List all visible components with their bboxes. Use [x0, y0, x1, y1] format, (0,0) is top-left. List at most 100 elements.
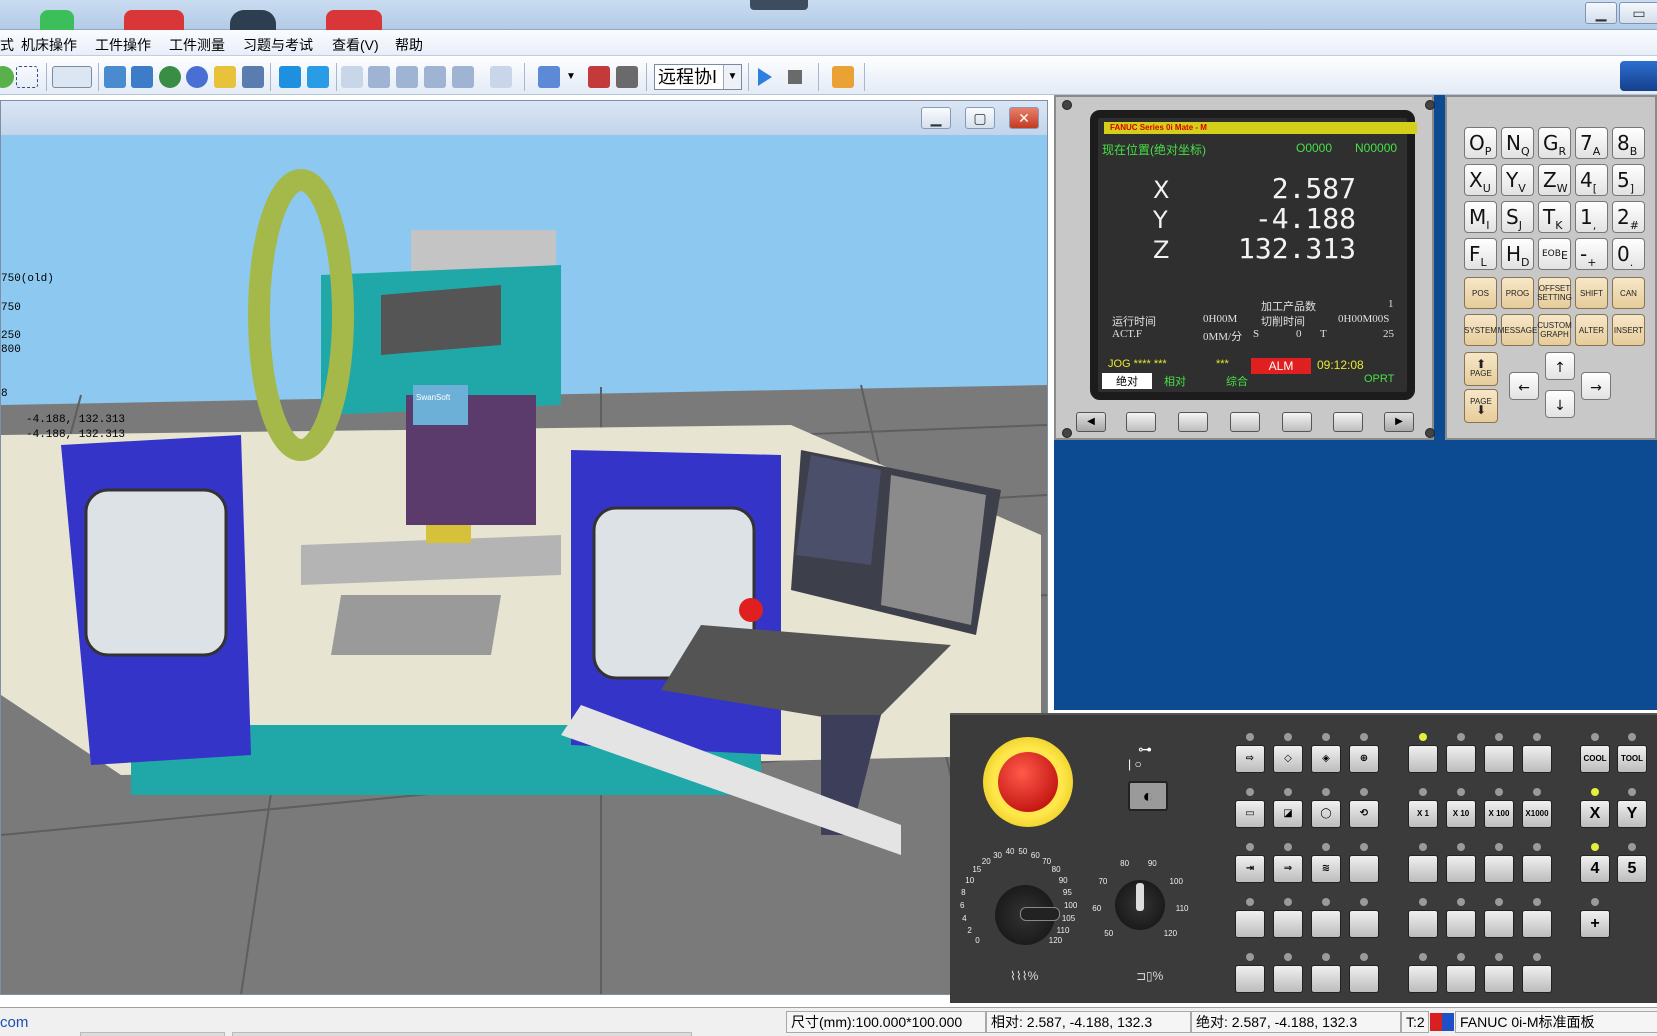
mode-button-8[interactable]: ⟲ — [1349, 800, 1379, 828]
save-icon[interactable] — [616, 66, 638, 88]
multiplier-button[interactable]: X 1 — [1408, 800, 1438, 828]
menu-exercises-exam[interactable]: 习题与考试 — [243, 35, 313, 55]
panel-button[interactable] — [1446, 910, 1476, 938]
panel-button[interactable] — [1522, 855, 1552, 883]
tool-library-icon[interactable] — [186, 66, 208, 88]
menu-mode[interactable]: 式 — [0, 35, 14, 55]
key-0-button[interactable]: 0. — [1612, 238, 1645, 270]
chevron-down-icon[interactable]: ▼ — [723, 65, 741, 89]
panel-button[interactable] — [1408, 855, 1438, 883]
panel-button[interactable] — [1484, 745, 1514, 773]
panel-button[interactable] — [1522, 910, 1552, 938]
mode-button-10[interactable]: ⇒ — [1273, 855, 1303, 883]
func-custom-graph-button[interactable]: CUSTOM GRAPH — [1537, 314, 1572, 346]
func-alter-button[interactable]: ALTER — [1575, 314, 1608, 346]
softkey-right-arrow[interactable]: ▶ — [1384, 412, 1414, 432]
taskbar-app-icon[interactable] — [40, 10, 74, 30]
func-prog-button[interactable]: PROG — [1501, 277, 1534, 309]
panel-button[interactable] — [1484, 910, 1514, 938]
panel-button[interactable] — [1408, 745, 1438, 773]
fixture-icon[interactable] — [131, 66, 153, 88]
play-icon[interactable] — [758, 68, 772, 86]
key-m-button[interactable]: MI — [1464, 201, 1497, 233]
transparent-icon[interactable] — [490, 66, 512, 88]
func-shift-button[interactable]: SHIFT — [1575, 277, 1608, 309]
status-link[interactable]: com — [0, 1014, 28, 1031]
func-system-button[interactable]: SYSTEM — [1464, 314, 1497, 346]
chevron-down-icon[interactable]: ▼ — [566, 71, 576, 82]
mode-button-20[interactable] — [1349, 965, 1379, 993]
func-message-button[interactable]: MESSAGE — [1498, 314, 1537, 346]
key-y-button[interactable]: YV — [1501, 164, 1534, 196]
key-n-button[interactable]: NQ — [1501, 127, 1534, 159]
view-dropdown-icon[interactable] — [52, 66, 92, 88]
mode-button-16[interactable] — [1349, 910, 1379, 938]
mode-button-12[interactable] — [1349, 855, 1379, 883]
mail-icon[interactable] — [832, 66, 854, 88]
mode-button-17[interactable] — [1235, 965, 1265, 993]
softkey-2[interactable] — [1178, 412, 1208, 432]
multiplier-button[interactable]: X 100 — [1484, 800, 1514, 828]
viewport-maximize-button[interactable]: ▢ — [965, 107, 995, 129]
minimize-button[interactable]: ▁ — [1585, 2, 1617, 24]
stop-icon[interactable] — [788, 70, 802, 84]
panel-button[interactable] — [1446, 855, 1476, 883]
panel-button[interactable] — [1446, 745, 1476, 773]
softkey-1[interactable] — [1126, 412, 1156, 432]
remote-mode-combo[interactable]: 远程协I ▼ — [654, 64, 742, 90]
cube-solid-icon[interactable] — [307, 66, 329, 88]
program-protect-switch[interactable]: ◐ — [1128, 781, 1168, 811]
viewport-minimize-button[interactable]: ▁ — [921, 107, 951, 129]
panel-button[interactable] — [1522, 745, 1552, 773]
viewport-close-button[interactable]: ✕ — [1009, 107, 1039, 129]
multiplier-button[interactable]: X1000 — [1522, 800, 1552, 828]
key-1-button[interactable]: 1, — [1575, 201, 1608, 233]
taskbar-app-icon[interactable] — [230, 10, 276, 30]
key-t-button[interactable]: TK — [1538, 201, 1571, 233]
axis-button[interactable]: Y — [1617, 800, 1647, 828]
axis-button[interactable]: X — [1580, 800, 1610, 828]
panel-button[interactable] — [1408, 910, 1438, 938]
mode-button-3[interactable]: ◈ — [1311, 745, 1341, 773]
mode-button-19[interactable] — [1311, 965, 1341, 993]
key-7-button[interactable]: 7A — [1575, 127, 1608, 159]
tool-measure-icon[interactable] — [242, 66, 264, 88]
page-down-button[interactable]: PAGE ⬇ — [1464, 389, 1498, 423]
key-z-button[interactable]: ZW — [1538, 164, 1571, 196]
key-x-button[interactable]: XU — [1464, 164, 1497, 196]
rotate-icon[interactable] — [0, 66, 14, 88]
mode-button-1[interactable]: ⇨ — [1235, 745, 1265, 773]
mode-button-11[interactable]: ≋ — [1311, 855, 1341, 883]
func-offset-setting-button[interactable]: OFFSET SETTING — [1537, 277, 1572, 309]
menu-workpiece-operation[interactable]: 工件操作 — [95, 35, 151, 55]
axis-button[interactable]: + — [1580, 910, 1610, 938]
taskbar-app-icon[interactable] — [124, 10, 184, 30]
panel-button[interactable] — [1522, 965, 1552, 993]
key-o-button[interactable]: OP — [1464, 127, 1497, 159]
softkey-4[interactable] — [1282, 412, 1312, 432]
key-4-button[interactable]: 4[ — [1575, 164, 1608, 196]
panel-button[interactable] — [1484, 965, 1514, 993]
view-left-icon[interactable] — [396, 66, 418, 88]
menu-workpiece-measure[interactable]: 工件测量 — [169, 35, 225, 55]
axis-button[interactable]: TOOL — [1617, 745, 1647, 773]
mode-button-9[interactable]: ⇥ — [1235, 855, 1265, 883]
mode-button-13[interactable] — [1235, 910, 1265, 938]
view-right-icon[interactable] — [424, 66, 446, 88]
mode-button-7[interactable]: ◯ — [1311, 800, 1341, 828]
cursor-up-button[interactable]: ↑ — [1545, 352, 1575, 380]
axis-button[interactable]: 4 — [1580, 855, 1610, 883]
cursor-right-button[interactable]: → — [1581, 372, 1611, 400]
axis-button[interactable]: COOL — [1580, 745, 1610, 773]
panel-button[interactable] — [1446, 965, 1476, 993]
softkey-left-arrow[interactable]: ◀ — [1076, 412, 1106, 432]
key-8-button[interactable]: 8B — [1612, 127, 1645, 159]
mode-button-14[interactable] — [1273, 910, 1303, 938]
key-2-button[interactable]: 2# — [1612, 201, 1645, 233]
menu-machine-operation[interactable]: 机床操作 — [21, 35, 77, 55]
workpiece-icon[interactable] — [104, 66, 126, 88]
key-g-button[interactable]: GR — [1538, 127, 1571, 159]
page-up-button[interactable]: ⬆ PAGE — [1464, 352, 1498, 386]
key-5-button[interactable]: 5] — [1612, 164, 1645, 196]
maximize-button[interactable]: ▭ — [1619, 2, 1657, 24]
